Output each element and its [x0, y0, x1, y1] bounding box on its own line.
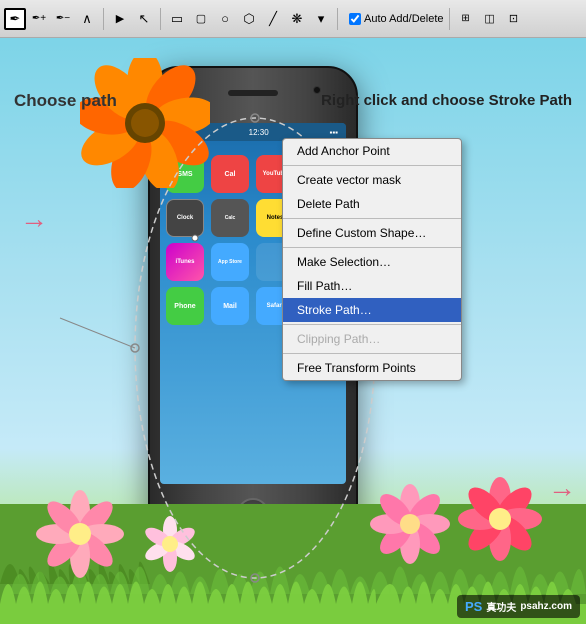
screen-mode-icon[interactable]: ⊡ [503, 8, 525, 30]
choose-path-annotation: Choose path [14, 90, 117, 112]
menu-sep-1 [283, 165, 461, 166]
app-mail: Mail [211, 287, 249, 325]
menu-sep-2 [283, 218, 461, 219]
custom-shape-tool[interactable]: ❋ [286, 8, 308, 30]
toolbar-separator-1 [103, 8, 104, 30]
battery-icon: ▪▪▪ [329, 128, 338, 137]
ellipse-tool[interactable]: ○ [214, 8, 236, 30]
menu-make-selection[interactable]: Make Selection… [283, 250, 461, 274]
auto-add-delete-checkbox-container: Auto Add/Delete [349, 13, 444, 25]
app-appstore: App Store [211, 243, 249, 281]
menu-create-vector-mask[interactable]: Create vector mask [283, 168, 461, 192]
orange-flower [80, 58, 210, 188]
app-clock: Clock [166, 199, 204, 237]
iphone-camera [313, 86, 321, 94]
toolbar-separator-2 [160, 8, 161, 30]
watermark-url: psahz.com [520, 601, 572, 612]
app-calculator: Calc [211, 199, 249, 237]
menu-add-anchor-point[interactable]: Add Anchor Point [283, 139, 461, 163]
ps-logo: PS [465, 599, 482, 614]
time-label: 12:30 [249, 128, 269, 137]
bottom-right-arrow: → [548, 472, 576, 504]
pen-tool[interactable]: ✒ [4, 8, 26, 30]
path-select-tool[interactable]: ▶ [109, 8, 131, 30]
toolbar-separator-3 [337, 8, 338, 30]
auto-add-delete-label: Auto Add/Delete [364, 13, 444, 25]
menu-sep-4 [283, 324, 461, 325]
direct-select-tool[interactable]: ↖ [133, 8, 155, 30]
auto-add-delete-checkbox[interactable] [349, 13, 361, 25]
watermark: PS 真功夫 psahz.com [457, 595, 580, 618]
menu-clipping-path: Clipping Path… [283, 327, 461, 351]
canvas-area: Choose path → Right click and choose Str… [0, 38, 586, 624]
left-arrow: → [20, 203, 48, 235]
tool-options-arrow[interactable]: ▾ [310, 8, 332, 30]
toolbar: ✒ ✒+ ✒− ∧ ▶ ↖ ▭ ▢ ○ ⬡ ╱ ❋ ▾ Auto Add/Del… [0, 0, 586, 38]
menu-free-transform-points[interactable]: Free Transform Points [283, 356, 461, 380]
watermark-text: 真功夫 [486, 599, 516, 614]
right-click-annotation: Right click and choose Stroke Path [321, 90, 572, 111]
iphone-speaker [228, 90, 278, 96]
rounded-rect-tool[interactable]: ▢ [190, 8, 212, 30]
context-menu: Add Anchor Point Create vector mask Dele… [282, 138, 462, 381]
menu-stroke-path[interactable]: Stroke Path… [283, 298, 461, 322]
app-itunes: iTunes [166, 243, 204, 281]
app-cal: Cal [211, 155, 249, 193]
menu-delete-path[interactable]: Delete Path [283, 192, 461, 216]
app-phone: Phone [166, 287, 204, 325]
rect-shape-tool[interactable]: ▭ [166, 8, 188, 30]
toolbar-separator-4 [449, 8, 450, 30]
menu-sep-3 [283, 247, 461, 248]
menu-fill-path[interactable]: Fill Path… [283, 274, 461, 298]
pen-subtract-tool[interactable]: ✒− [52, 8, 74, 30]
grid-icon[interactable]: ⊞ [455, 8, 477, 30]
convert-point-tool[interactable]: ∧ [76, 8, 98, 30]
menu-sep-5 [283, 353, 461, 354]
polygon-tool[interactable]: ⬡ [238, 8, 260, 30]
menu-define-custom-shape[interactable]: Define Custom Shape… [283, 221, 461, 245]
line-tool[interactable]: ╱ [262, 8, 284, 30]
pen-add-tool[interactable]: ✒+ [28, 8, 50, 30]
mask-icon[interactable]: ◫ [479, 8, 501, 30]
bottom-flowers [0, 464, 586, 594]
